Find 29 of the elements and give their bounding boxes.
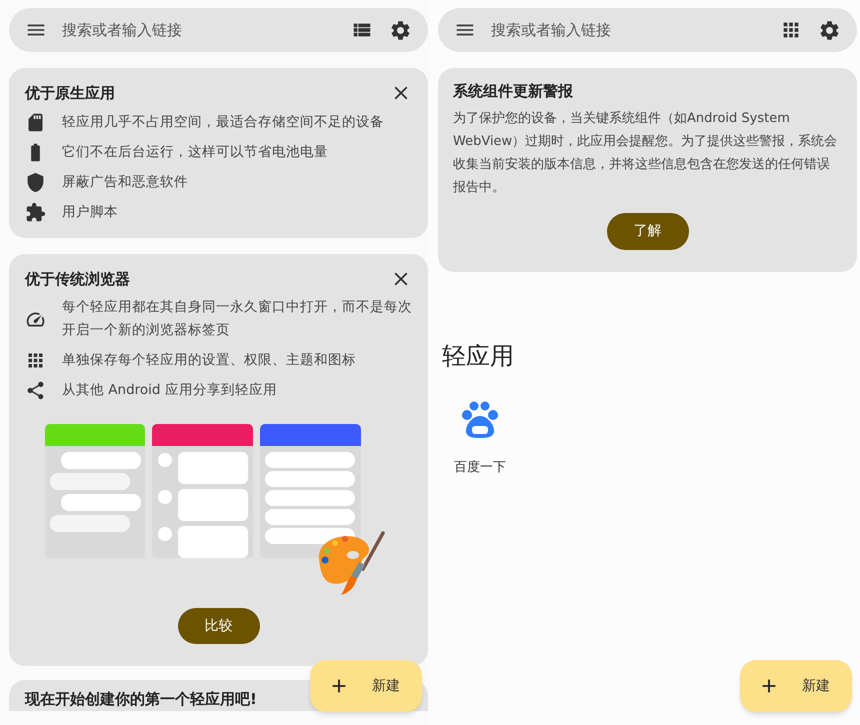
feature-text: 它们不在后台运行，这样可以节省电池电量 <box>62 142 328 162</box>
app-tile[interactable]: 百度一下 <box>446 400 514 477</box>
feature-text: 轻应用几乎不占用空间，最适合存储空间不足的设备 <box>62 112 384 132</box>
card-title: 现在开始创建你的第一个轻应用吧! <box>25 689 257 710</box>
search-bar[interactable]: 搜索或者输入链接 <box>438 8 857 52</box>
feature-text: 用户脚本 <box>62 202 118 222</box>
paw-icon <box>460 400 500 440</box>
shield-icon <box>25 172 46 192</box>
app-name: 百度一下 <box>454 458 506 476</box>
share-icon <box>25 380 46 401</box>
settings-icon[interactable] <box>818 18 841 42</box>
feature-text: 从其他 Android 应用分享到轻应用 <box>62 381 277 400</box>
feature-text: 单独保存每个轻应用的设置、权限、主题和图标 <box>62 351 356 370</box>
new-button[interactable]: 新建 <box>310 660 422 712</box>
new-button[interactable]: 新建 <box>740 660 852 712</box>
search-input[interactable]: 搜索或者输入链接 <box>491 18 780 42</box>
feature-text: 每个轻应用都在其自身同一永久窗口中打开，而不是每次开启一个新的浏览器标签页 <box>62 298 412 340</box>
compare-button[interactable]: 比较 <box>178 608 260 644</box>
settings-icon[interactable] <box>389 18 412 42</box>
feature-text: 屏蔽广告和恶意软件 <box>62 172 188 192</box>
puzzle-icon <box>25 202 46 222</box>
card-title: 优于传统浏览器 <box>25 268 130 290</box>
alert-title: 系统组件更新警报 <box>453 81 574 102</box>
section-title: 轻应用 <box>442 340 515 372</box>
card-title: 优于原生应用 <box>25 83 115 104</box>
learn-button[interactable]: 了解 <box>606 212 688 250</box>
search-input[interactable]: 搜索或者输入链接 <box>62 18 351 42</box>
search-bar[interactable]: 搜索或者输入链接 <box>9 8 428 52</box>
alert-text: 为了保护您的设备，当关键系统组件（如Android System WebView）过期时，此应用会提醒您。为了提供这些警报，系统会收集当前安装的版本信息，并将这些信息包含在您发送的任何错误报告中。 <box>453 110 838 196</box>
